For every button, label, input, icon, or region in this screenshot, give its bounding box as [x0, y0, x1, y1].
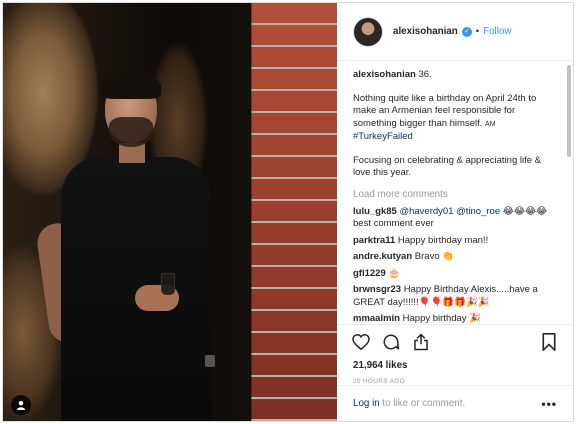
instagram-post: alexisohanian ✓ • Follow alexisohanian 3…: [2, 2, 574, 422]
comment-text: Bravo 👏: [414, 251, 455, 262]
comment-item: brwnsgr23 Happy Birthday Alexis.....have…: [353, 284, 557, 309]
caption-paragraph-2: Focusing on celebrating & appreciating l…: [353, 154, 542, 179]
comment-mention[interactable]: @tino_roe: [456, 206, 500, 217]
caption-tail: AM: [485, 120, 496, 128]
comment-icon[interactable]: [381, 332, 401, 352]
heart-icon[interactable]: [351, 332, 371, 352]
scrollbar-thumb[interactable]: [567, 65, 571, 157]
person-shirt: [61, 157, 211, 421]
post-sidebar: alexisohanian ✓ • Follow alexisohanian 3…: [337, 3, 573, 421]
likes-count[interactable]: 21,964 likes: [337, 360, 573, 371]
comments-section[interactable]: alexisohanian 36. Nothing quite like a b…: [337, 61, 573, 324]
login-prompt-text: to like or comment.: [379, 398, 466, 409]
post-footer: Log in to like or comment. •••: [337, 385, 573, 421]
comment-item: gfl1229 🎂: [353, 268, 557, 281]
drink-glass: [161, 273, 175, 295]
comment-text: Happy birthday man!!: [397, 234, 489, 246]
post-photo[interactable]: [3, 3, 337, 421]
comment-text: 🎂: [388, 267, 401, 279]
person-figure: [34, 73, 233, 421]
comment-item: lulu_gk85 @haverdy01 @tino_roe 😂😂😂😂 best…: [353, 206, 557, 231]
load-more-comments-button[interactable]: Load more comments: [353, 189, 557, 200]
comment-username[interactable]: lulu_gk85: [353, 206, 397, 217]
avatar[interactable]: [353, 16, 383, 47]
action-bar: [337, 324, 573, 358]
comment-username[interactable]: parktra11: [353, 235, 395, 246]
more-options-icon[interactable]: •••: [541, 397, 557, 411]
post-header: alexisohanian ✓ • Follow: [337, 3, 573, 61]
brick-wall: [251, 3, 337, 421]
comment-mention[interactable]: @haverdy01: [399, 206, 453, 217]
comment-username[interactable]: gfl1229: [353, 268, 386, 279]
share-icon[interactable]: [411, 332, 431, 352]
login-link[interactable]: Log in: [353, 398, 380, 409]
user-tag-icon[interactable]: [11, 395, 31, 415]
verified-badge-icon: ✓: [461, 26, 472, 37]
bookmark-icon[interactable]: [539, 332, 559, 352]
comment-item: mmaalmin Happy birthday 🎉: [353, 313, 557, 324]
person-beard: [109, 117, 153, 147]
caption-hashtag[interactable]: #TurkeyFailed: [353, 131, 413, 142]
comment-item: parktra11 Happy birthday man!!: [353, 235, 557, 248]
comments-scrollbar[interactable]: [567, 65, 571, 320]
comment-text: Happy birthday 🎉: [402, 313, 482, 324]
follow-button[interactable]: Follow: [483, 26, 511, 37]
person-hair: [101, 73, 161, 99]
header-separator: •: [475, 26, 480, 37]
post-timestamp[interactable]: 20 HOURS AGO: [337, 378, 573, 385]
caption-username[interactable]: alexisohanian: [353, 69, 416, 80]
caption-paragraph: Nothing quite like a birthday on April 2…: [353, 92, 537, 129]
wrist-watch: [205, 355, 215, 367]
comment-item: andre.kutyan Bravo 👏: [353, 251, 557, 264]
caption: alexisohanian 36. Nothing quite like a b…: [353, 69, 557, 180]
header-username[interactable]: alexisohanian: [393, 26, 458, 37]
comment-username[interactable]: andre.kutyan: [353, 251, 412, 262]
comment-username[interactable]: brwnsgr23: [353, 284, 401, 295]
caption-line1: 36.: [418, 69, 432, 80]
comment-username[interactable]: mmaalmin: [353, 313, 400, 324]
